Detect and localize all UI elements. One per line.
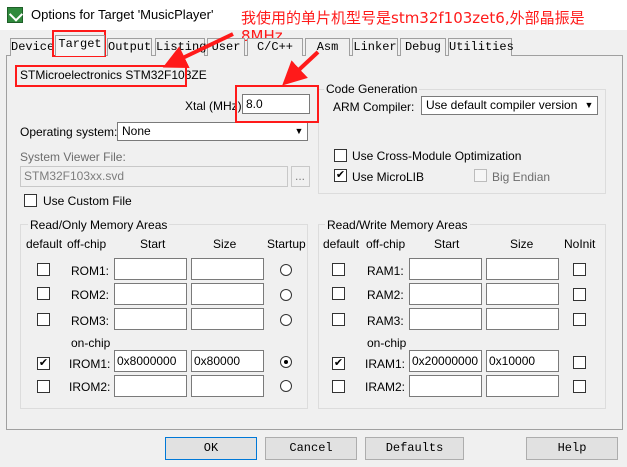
annotation-arrows [162,32,320,86]
arrow-to-xtal-icon [282,50,320,86]
tab-target[interactable]: Target [55,35,105,56]
arrow-to-device-icon [162,32,234,68]
